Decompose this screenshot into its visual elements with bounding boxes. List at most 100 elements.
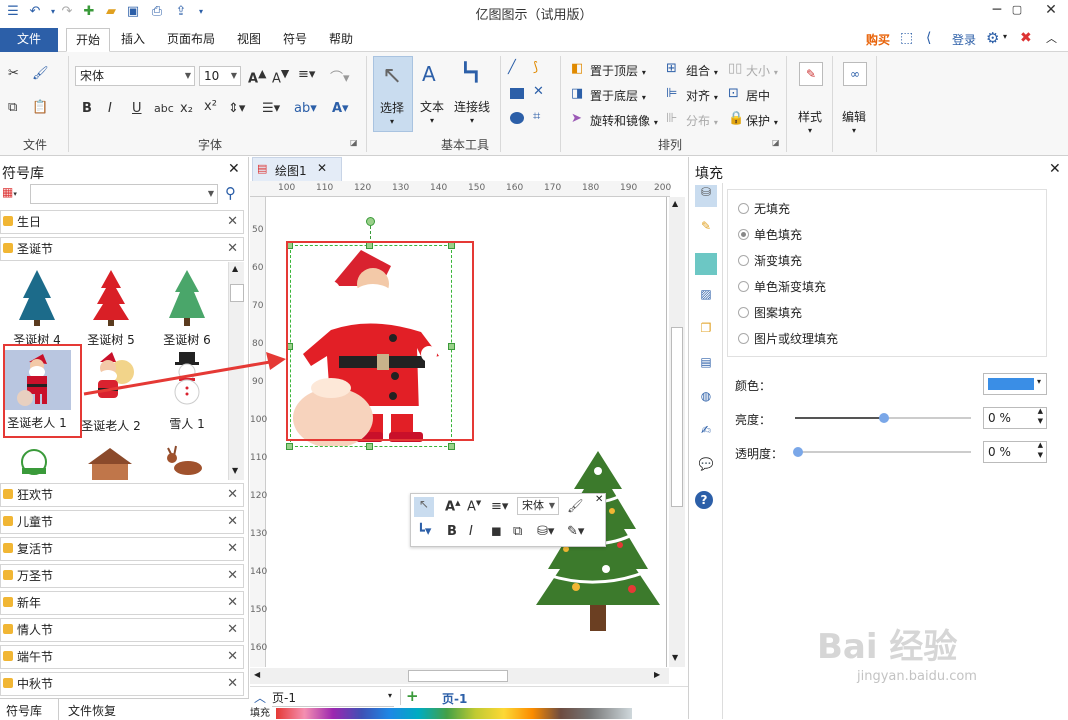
close-icon[interactable]: ✕ [227,646,238,668]
distribute-icon[interactable]: ⊪ [666,111,677,126]
slider-thumb[interactable] [879,413,889,423]
send-back-icon[interactable]: ⧉ [513,524,522,539]
close-icon[interactable]: ✕ [227,238,238,260]
bring-front-icon[interactable]: ◧ [571,61,583,76]
crop-icon[interactable]: ⌗ [533,109,540,124]
collapse-ribbon-icon[interactable]: ︿ [1046,30,1057,46]
close-icon[interactable]: ✕ [227,484,238,506]
paste-icon[interactable]: 📋 [32,100,48,115]
align-button[interactable]: 对齐 ▾ [686,87,718,104]
page-icon[interactable]: ▤ [695,355,717,377]
chevron-up-icon[interactable]: ▲ [232,264,238,273]
size-icon[interactable]: ▯▯ [728,61,742,76]
pointer-icon[interactable]: ↖ [414,497,434,517]
curve-icon[interactable]: ⟆ [533,60,538,75]
close-icon[interactable]: ✕ [1049,161,1061,177]
radio-pattern-fill[interactable] [738,307,749,318]
chevron-up-icon[interactable]: ︿ [254,689,266,706]
bold-icon[interactable]: B [447,524,457,539]
category-halloween[interactable]: 万圣节 ✕ [0,564,244,588]
resize-handle[interactable] [366,443,373,450]
bullets-icon[interactable]: ☰▾ [262,101,280,116]
float-font-select[interactable]: 宋体 ▼ [517,497,559,515]
superscript-icon[interactable]: x² [204,99,217,114]
scroll-thumb[interactable] [230,284,244,302]
chevron-left-icon[interactable]: ◀ [254,670,260,679]
line-style-icon[interactable]: ✎▾ [567,524,584,539]
text-tool-button[interactable]: A 文本 ▾ [418,56,450,132]
tab-insert[interactable]: 插入 [112,28,154,52]
transparency-input[interactable]: 0 % ▲ ▼ [983,441,1047,463]
ellipse-icon[interactable] [510,112,524,124]
category-mid-autumn[interactable]: 中秋节 ✕ [0,672,244,696]
symbol-tree-6[interactable]: 圣诞树 6 [150,268,224,348]
text-highlight-icon[interactable]: ab▾ [294,101,317,116]
chevron-up-icon[interactable]: ▲ [672,199,678,208]
layers-icon[interactable]: ❐ [695,321,717,343]
distribute-button[interactable]: 分布 ▾ [686,112,718,129]
category-new-year[interactable]: 新年 ✕ [0,591,244,615]
underline-icon[interactable]: U [132,101,142,116]
scroll-thumb[interactable] [408,670,508,682]
tab-symbol[interactable]: 符号 [274,28,316,52]
chevron-down-icon[interactable]: ▼ [672,653,678,662]
align-icon[interactable]: ≡▾ [491,499,508,514]
search-icon[interactable]: ⚲ [225,184,236,202]
category-easter[interactable]: 复活节 ✕ [0,537,244,561]
tab-file-recovery[interactable]: 文件恢复 [68,702,116,719]
tab-home[interactable]: 开始 [66,28,111,52]
close-icon[interactable]: ✕ [227,673,238,695]
italic-icon[interactable]: I [469,524,473,539]
category-christmas[interactable]: 圣诞节 ✕ [0,237,244,261]
strikethrough-icon[interactable]: abc [154,102,174,115]
send-back-icon[interactable]: ◨ [571,86,583,101]
connector-icon[interactable]: ┗▾ [417,524,431,539]
size-button[interactable]: 大小 ▾ [746,62,778,79]
fill-icon[interactable]: ⛁ [695,185,717,207]
category-dragon-boat[interactable]: 端午节 ✕ [0,645,244,669]
format-painter-icon[interactable]: 🖌 [32,66,49,81]
font-name-select[interactable]: 宋体 ▼ [75,66,195,86]
connector-tool-button[interactable]: ┗┓ 连接线 ▾ [454,56,494,132]
select-tool-button[interactable]: ↖ 选择 ▾ [373,56,413,132]
tab-file[interactable]: 文件 [0,28,58,52]
cut-icon[interactable]: ✂ [8,66,19,81]
rectangle-icon[interactable] [510,88,524,99]
tab-view[interactable]: 视图 [228,28,270,52]
vertical-scrollbar[interactable]: ▲ ▼ [669,197,685,667]
format-painter-icon[interactable]: 🖌 [567,499,584,514]
close-icon[interactable]: ✕ [228,161,240,177]
rotate-button[interactable]: 旋转和镜像 ▾ [590,112,658,129]
tab-help[interactable]: 帮助 [320,28,362,52]
arrange-dialog-launcher-icon[interactable]: ◪ [772,138,780,147]
send-back-button[interactable]: 置于底层 ▾ [590,87,646,104]
category-birthday[interactable]: 生日 ✕ [0,210,244,234]
brightness-slider[interactable] [795,413,971,423]
close-icon[interactable]: ✕ [317,161,327,175]
radio-picture-fill[interactable] [738,333,749,344]
category-valentines[interactable]: 情人节 ✕ [0,618,244,642]
login-link[interactable]: 登录 [952,31,976,48]
buy-link[interactable]: 购买 [866,31,890,48]
image-icon[interactable]: ▨ [695,287,717,309]
bring-front-icon[interactable]: ◼ [491,524,502,539]
radio-single-gradient-fill[interactable] [738,281,749,292]
note-icon[interactable]: ✍ [695,423,717,445]
edit-button[interactable]: ∞ 编辑 ▾ [840,58,870,138]
transparency-slider[interactable] [793,447,971,457]
close-icon[interactable]: ✕ [227,538,238,560]
close-icon[interactable]: ✕ [227,619,238,641]
reindeer-icon[interactable] [160,444,208,480]
radio-solid-fill[interactable] [738,229,749,240]
symbol-search-input[interactable]: ▼ [30,184,218,204]
symbol-tree-4[interactable]: 圣诞树 4 [0,268,74,348]
subscript-icon[interactable]: x₂ [180,101,193,116]
font-size-select[interactable]: 10 ▼ [199,66,241,86]
font-color-icon[interactable]: A▾ [332,101,349,116]
theme-icon[interactable]: ✖ [1020,30,1032,46]
comment-icon[interactable]: 💬 [695,457,717,479]
font-dialog-launcher-icon[interactable]: ◪ [350,138,358,147]
page-tab[interactable]: 页-1 [442,690,467,707]
globe-icon[interactable]: ◍ [695,389,717,411]
category-carnival[interactable]: 狂欢节 ✕ [0,483,244,507]
